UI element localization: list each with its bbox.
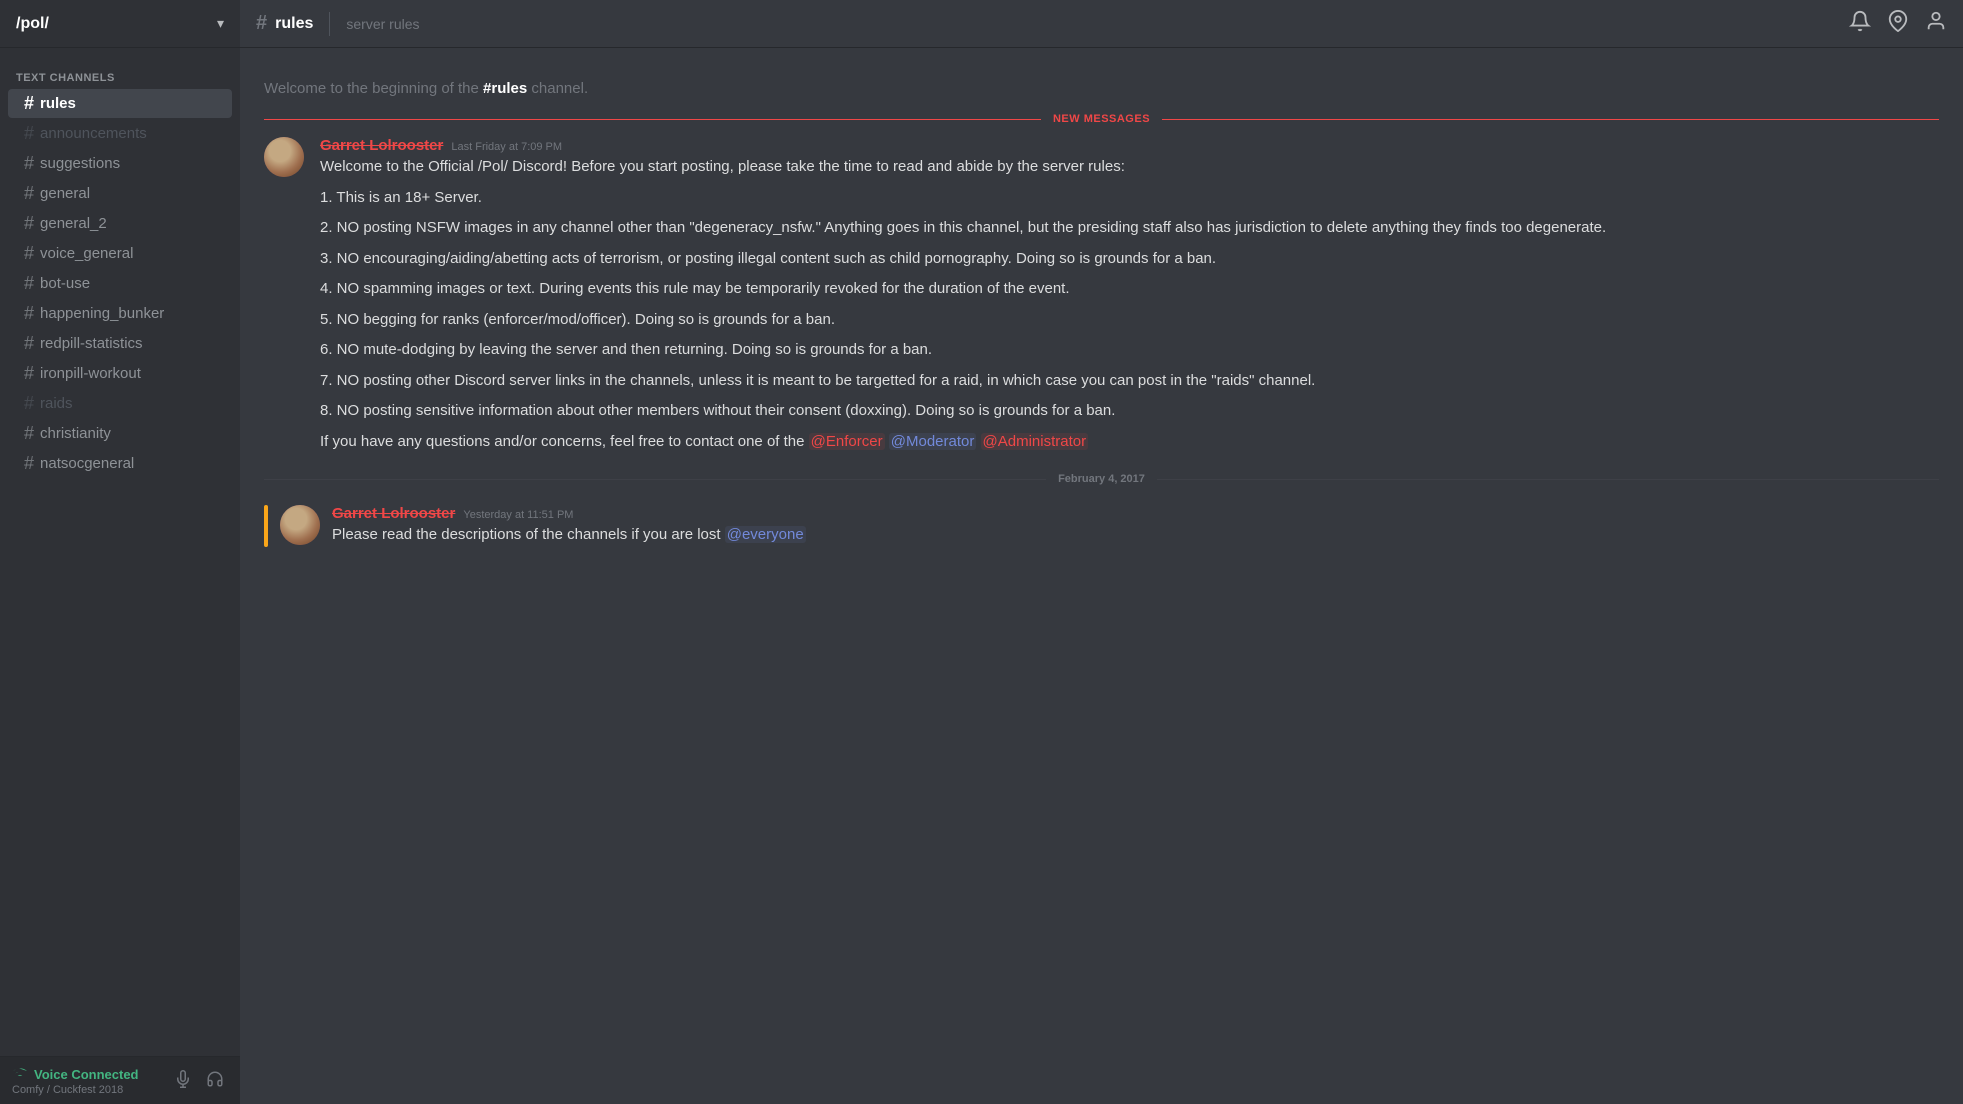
channel-name-general2: general_2 [40,215,107,232]
channel-name-rules: rules [40,95,76,112]
channel-item-christianity[interactable]: # christianity [8,419,232,448]
hash-icon: # [24,393,34,414]
hash-icon: # [24,303,34,324]
channel-name-voice-general: voice_general [40,245,133,262]
hash-icon: # [24,333,34,354]
voice-connected-info: Voice Connected Comfy / Cuckfest 2018 [12,1065,139,1096]
topbar: # rules server rules [240,0,1963,48]
second-message-text: Please read the descriptions of the chan… [332,524,1939,547]
mute-button[interactable] [170,1066,196,1095]
avatar [264,137,304,177]
hash-icon: # [24,183,34,204]
channel-item-ironpill-workout[interactable]: # ironpill-workout [8,359,232,388]
message-author: Garret Lolrooster [320,137,443,154]
hash-icon: # [24,423,34,444]
avatar-image-second [280,505,320,545]
second-message-content: Garret Lolrooster Yesterday at 11:51 PM … [332,505,1939,547]
topbar-channel-name: rules [275,15,313,33]
date-line-right [1157,479,1939,480]
hash-icon: # [24,213,34,234]
channel-name-ironpill-workout: ironpill-workout [40,365,141,382]
channel-name-general: general [40,185,90,202]
channel-item-general[interactable]: # general [8,179,232,208]
server-header[interactable]: /pol/ ▾ [0,0,240,48]
hash-icon: # [24,243,34,264]
channel-beginning: Welcome to the beginning of the #rules c… [240,64,1963,105]
message-text: Welcome to the Official /Pol/ Discord! B… [320,156,1939,453]
second-message-header: Garret Lolrooster Yesterday at 11:51 PM [332,505,1939,522]
chevron-down-icon: ▾ [217,15,224,32]
channel-item-raids[interactable]: # raids [8,389,232,418]
avatar-image [264,137,304,177]
channel-item-rules[interactable]: # rules [8,89,232,118]
hash-icon: # [24,93,34,114]
mention-moderator: @Moderator [889,433,977,450]
message-left-bar [264,505,268,547]
channel-name-suggestions: suggestions [40,155,120,172]
channel-item-redpill-statistics[interactable]: # redpill-statistics [8,329,232,358]
message-content: Garret Lolrooster Last Friday at 7:09 PM… [320,137,1939,453]
channel-item-natsocgeneral[interactable]: # natsocgeneral [8,449,232,478]
new-messages-label: NEW MESSAGES [1053,113,1150,125]
channel-item-general2[interactable]: # general_2 [8,209,232,238]
text-channels-label: TEXT CHANNELS [0,56,240,88]
channel-item-voice-general[interactable]: # voice_general [8,239,232,268]
channel-list: TEXT CHANNELS # rules # announcements # … [0,48,240,1056]
topbar-divider [329,12,330,36]
channel-name-christianity: christianity [40,425,111,442]
channel-name-happening-bunker: happening_bunker [40,305,164,322]
avatar-second [280,505,320,545]
server-name: /pol/ [16,15,49,33]
voice-connected-server: Comfy / Cuckfest 2018 [12,1084,139,1096]
channel-name-announcements: announcements [40,125,147,142]
channel-name-raids: raids [40,395,73,412]
voice-actions [170,1066,228,1095]
main-content: # rules server rules [240,0,1963,1104]
topbar-icons [1849,10,1947,37]
deafen-button[interactable] [202,1066,228,1095]
signal-icon [12,1065,28,1084]
new-messages-line-right [1162,119,1939,120]
date-divider-label: February 4, 2017 [1058,473,1145,485]
voice-connected-bar: Voice Connected Comfy / Cuckfest 2018 [0,1056,240,1104]
chat-area: Welcome to the beginning of the #rules c… [240,48,1963,1104]
new-messages-line-left [264,119,1041,120]
date-line-left [264,479,1046,480]
date-divider: February 4, 2017 [264,473,1939,485]
channel-item-happening-bunker[interactable]: # happening_bunker [8,299,232,328]
pin-icon[interactable] [1887,10,1909,37]
second-message-author: Garret Lolrooster [332,505,455,522]
message-header: Garret Lolrooster Last Friday at 7:09 PM [320,137,1939,154]
hash-icon: # [24,363,34,384]
new-messages-divider: NEW MESSAGES [264,113,1939,125]
sidebar: /pol/ ▾ TEXT CHANNELS # rules # announce… [0,0,240,1104]
hash-icon: # [24,153,34,174]
message-group: Garret Lolrooster Last Friday at 7:09 PM… [240,133,1963,457]
topbar-hash-icon: # [256,12,267,35]
mention-everyone: @everyone [725,526,806,543]
channel-item-bot-use[interactable]: # bot-use [8,269,232,298]
mention-enforcer: @Enforcer [809,433,885,450]
channel-item-suggestions[interactable]: # suggestions [8,149,232,178]
hash-icon: # [24,453,34,474]
channel-name-natsocgeneral: natsocgeneral [40,455,134,472]
hash-icon: # [24,273,34,294]
topbar-description: server rules [346,16,419,32]
second-message-group: Garret Lolrooster Yesterday at 11:51 PM … [240,501,1963,551]
bell-icon[interactable] [1849,10,1871,37]
channel-item-announcements[interactable]: # announcements [8,119,232,148]
mention-administrator: @Administrator [981,433,1089,450]
channel-name-redpill-statistics: redpill-statistics [40,335,143,352]
message-timestamp: Last Friday at 7:09 PM [451,141,562,153]
second-message-timestamp: Yesterday at 11:51 PM [463,509,573,521]
channel-name-bot-use: bot-use [40,275,90,292]
members-icon[interactable] [1925,10,1947,37]
hash-icon: # [24,123,34,144]
voice-connected-label: Voice Connected [12,1065,139,1084]
